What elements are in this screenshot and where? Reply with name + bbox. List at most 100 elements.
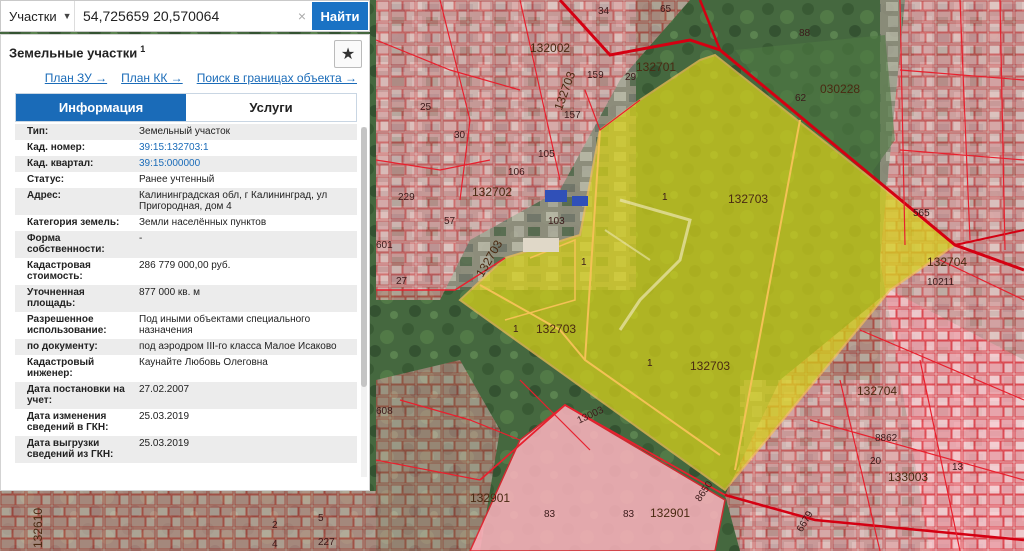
field-label: Дата постановки на учет:	[27, 384, 125, 406]
object-info-panel: Земельные участки 1 ★ План ЗУ → План КК →…	[0, 34, 370, 491]
quarter-label: 132901	[470, 491, 510, 505]
field-label: Тип:	[27, 126, 49, 137]
field-value: Земельный участок	[139, 126, 231, 137]
parcel-label: 1	[581, 257, 587, 268]
parcel-label: 1	[647, 358, 653, 369]
parcel-label: 105	[538, 149, 555, 160]
field-label: Дата выгрузки сведений из ГКН:	[27, 438, 114, 460]
info-row: Уточненная площадь: 877 000 кв. м	[15, 285, 357, 312]
search-input[interactable]	[75, 2, 292, 30]
scrollbar-thumb[interactable]	[361, 127, 367, 387]
info-row: Статус: Ранее учтенный	[15, 172, 357, 188]
field-label: Уточненная площадь:	[27, 287, 85, 309]
tab-info[interactable]: Информация	[16, 94, 186, 121]
parcel-label: 10211	[927, 277, 955, 288]
field-value: -	[139, 233, 143, 244]
parcel-label: 159	[587, 70, 604, 81]
panel-links: План ЗУ → План КК → Поиск в границах объ…	[1, 71, 369, 89]
panel-scrollbar[interactable]	[361, 127, 367, 477]
parcel-label: 27	[396, 276, 408, 287]
quarter-label: 132704	[927, 255, 967, 269]
parcel-label: 34	[598, 6, 610, 17]
panel-title: Земельные участки 1	[9, 44, 145, 60]
tab-services[interactable]: Услуги	[186, 94, 356, 121]
info-row: Адрес: Калининградская обл, г Калининград…	[15, 188, 357, 215]
field-value: Под иными объектами специального назначе…	[139, 314, 311, 336]
parcel-label: 83	[623, 509, 635, 520]
search-bar: Участки ▼ × Найти	[0, 0, 370, 32]
favorite-star-icon[interactable]: ★	[334, 40, 362, 68]
parcel-label: 227	[318, 537, 335, 548]
field-value: 286 779 000,00 руб.	[139, 260, 231, 271]
field-value: 25.03.2019	[139, 438, 190, 449]
search-type-label: Участки	[9, 8, 57, 24]
field-label: Адрес:	[27, 190, 61, 201]
info-table: Тип: Земельный участок Кад. номер: 39:15:1…	[15, 124, 357, 463]
parcel-label: 8862	[875, 433, 898, 444]
parcel-label: 20	[870, 456, 882, 467]
parcel-label: 88	[799, 28, 811, 39]
cadastral-quarter-link[interactable]: 39:15:000000	[127, 158, 357, 169]
info-row: Тип: Земельный участок	[15, 124, 357, 140]
field-value: 877 000 кв. м	[139, 287, 201, 298]
quarter-label: 132901	[650, 506, 690, 520]
parcel-label: 62	[795, 93, 807, 104]
search-type-dropdown[interactable]: Участки ▼	[1, 1, 75, 31]
parcel-label: 103	[548, 216, 565, 227]
field-label: Кад. квартал:	[27, 158, 94, 169]
plan-zu-link[interactable]: План ЗУ →	[45, 71, 107, 89]
quarter-label: 132703	[728, 192, 768, 206]
info-row: Дата выгрузки сведений из ГКН: 25.03.2019	[15, 436, 357, 463]
quarter-label: 132610	[31, 508, 45, 548]
parcel-label: 5	[318, 513, 324, 524]
search-in-bounds-link[interactable]: Поиск в границах объекта →	[197, 71, 357, 89]
parcel-label: 4	[272, 539, 278, 550]
parcel-label: 29	[625, 72, 637, 83]
field-value: Земли населённых пунктов	[139, 217, 267, 228]
quarter-label: 133003	[888, 470, 928, 484]
result-count: 1	[140, 43, 146, 54]
parcel-label: 2	[272, 520, 278, 531]
info-row: Кадастровая стоимость: 286 779 000,00 руб…	[15, 258, 357, 285]
field-value: Ранее учтенный	[139, 174, 215, 185]
quarter-label: 132002	[530, 41, 570, 55]
info-row: Дата изменения сведений в ГКН: 25.03.2019	[15, 409, 357, 436]
info-row: Форма собственности: -	[15, 231, 357, 258]
chevron-down-icon: ▼	[62, 11, 72, 21]
plan-kk-link[interactable]: План КК →	[121, 71, 183, 89]
quarter-label: 030228	[820, 82, 860, 96]
parcel-label: 157	[564, 110, 581, 121]
cadastral-number-link[interactable]: 39:15:132703:1	[127, 142, 357, 153]
parcel-label: 106	[508, 167, 525, 178]
parcel-label: 65	[660, 4, 672, 15]
parcel-label: 30	[454, 130, 466, 141]
search-button[interactable]: Найти	[312, 2, 368, 30]
panel-header: Земельные участки 1 ★	[1, 35, 369, 69]
field-value: 25.03.2019	[139, 411, 190, 422]
parcel-label: 1	[662, 192, 668, 203]
field-label: по документу:	[27, 341, 98, 352]
info-row: Разрешенное использование: Под иными объе…	[15, 312, 357, 339]
field-value: под аэродром III-го класса Малое Исаково	[139, 341, 337, 352]
parcel-label: 229	[398, 192, 415, 203]
parcel-label: 1	[513, 324, 519, 335]
field-label: Статус:	[27, 174, 65, 185]
info-row: Кадастровый инженер: Каунайте Любовь Олег…	[15, 355, 357, 382]
clear-search-icon[interactable]: ×	[292, 8, 312, 24]
field-label: Кадастровая стоимость:	[27, 260, 91, 282]
quarter-label: 132703	[690, 359, 730, 373]
field-label: Кадастровый инженер:	[27, 357, 95, 379]
info-row: Кад. квартал: 39:15:000000	[15, 156, 357, 172]
info-row: Категория земель: Земли населённых пункто…	[15, 215, 357, 231]
field-label: Форма собственности:	[27, 233, 105, 255]
parcel-label: 608	[376, 406, 393, 417]
parcel-label: 565	[913, 208, 930, 219]
parcel-label: 601	[376, 240, 393, 251]
parcel-label: 25	[420, 102, 432, 113]
field-label: Кад. номер:	[27, 142, 86, 153]
field-value: Калининградская обл, г Калининград, ул П…	[139, 190, 328, 212]
panel-tabs: Информация Услуги	[15, 93, 357, 122]
quarter-label: 132704	[857, 384, 897, 398]
parcel-label: 83	[544, 509, 556, 520]
quarter-label: 132702	[472, 185, 512, 199]
